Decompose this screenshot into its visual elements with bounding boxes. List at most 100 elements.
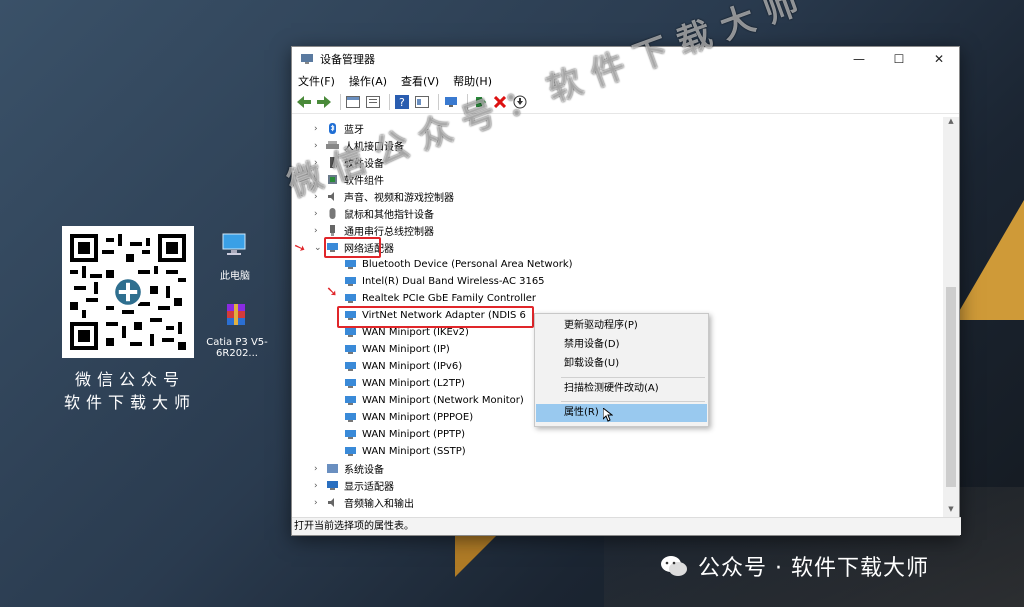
tree-item-adapter[interactable]: Realtek PCIe GbE Family Controller bbox=[344, 290, 536, 307]
network-adapter-icon bbox=[345, 396, 356, 405]
expand-arrow-icon[interactable]: › bbox=[314, 124, 326, 134]
menu-disable-device[interactable]: 禁用设备(D) bbox=[536, 336, 707, 354]
tree-category-audio-io[interactable]: › 音频输入和输出 bbox=[314, 494, 414, 511]
expand-arrow-icon[interactable]: › bbox=[314, 226, 326, 236]
expand-arrow-icon[interactable]: › bbox=[314, 498, 326, 508]
qr-caption-line1: 微信公众号 bbox=[74, 370, 185, 389]
tree-item-adapter[interactable]: WAN Miniport (IPv6) bbox=[344, 358, 462, 375]
footer-text: 公众号 · 软件下载大师 bbox=[698, 556, 929, 581]
tree-item-adapter[interactable]: WAN Miniport (SSTP) bbox=[344, 443, 466, 460]
status-bar: 打开当前选择项的属性表。 bbox=[292, 517, 961, 535]
expand-arrow-icon[interactable]: › bbox=[314, 209, 326, 219]
mouse-cursor-icon bbox=[603, 408, 613, 422]
mouse-icon bbox=[329, 208, 336, 219]
qr-code bbox=[62, 226, 194, 358]
help-button[interactable]: ? bbox=[394, 94, 410, 110]
expand-arrow-icon[interactable]: › bbox=[314, 464, 326, 474]
tree-category-display-adapters[interactable]: › 显示适配器 bbox=[314, 477, 394, 494]
menu-update-driver[interactable]: 更新驱动程序(P) bbox=[536, 317, 707, 335]
system-device-icon bbox=[327, 464, 338, 473]
menu-view[interactable]: 查看(V) bbox=[401, 73, 439, 89]
menu-file[interactable]: 文件(F) bbox=[298, 73, 335, 89]
tree-label: Realtek PCIe GbE Family Controller bbox=[362, 293, 537, 304]
view-button[interactable] bbox=[345, 94, 361, 110]
arrow-right-icon bbox=[317, 96, 331, 108]
network-adapter-icon bbox=[345, 362, 356, 371]
annotation-arrow-icon: ➘ bbox=[326, 284, 338, 300]
tree-item-adapter[interactable]: WAN Miniport (PPPOE) bbox=[344, 409, 473, 426]
window-view-icon bbox=[346, 96, 360, 108]
bluetooth-icon bbox=[329, 123, 336, 134]
svg-text:?: ? bbox=[399, 96, 405, 109]
toolbar-separator bbox=[389, 94, 390, 110]
tree-label: 通用串行总线控制器 bbox=[344, 227, 434, 238]
tree-item-adapter[interactable]: Bluetooth Device (Personal Area Network) bbox=[344, 256, 573, 273]
network-adapter-icon bbox=[345, 294, 356, 303]
qr-caption-line2: 软件下载大师 bbox=[63, 393, 196, 412]
close-button[interactable]: ✕ bbox=[919, 52, 959, 66]
network-adapter-icon bbox=[345, 277, 356, 286]
tree-label: WAN Miniport (Network Monitor) bbox=[362, 395, 524, 406]
back-button[interactable] bbox=[296, 94, 312, 110]
list-view-button[interactable] bbox=[365, 94, 381, 110]
menu-separator bbox=[561, 377, 705, 378]
network-adapter-icon bbox=[345, 379, 356, 388]
scroll-up-icon[interactable]: ▲ bbox=[943, 117, 959, 131]
audio-io-icon bbox=[328, 498, 334, 507]
network-adapter-icon bbox=[345, 447, 356, 456]
tree-item-adapter[interactable]: WAN Miniport (L2TP) bbox=[344, 375, 465, 392]
desktop-icon-catia[interactable]: Catia P3 V5-6R202... bbox=[206, 302, 268, 359]
qr-code-icon bbox=[70, 234, 186, 350]
arrow-left-icon bbox=[297, 96, 311, 108]
menu-action[interactable]: 操作(A) bbox=[349, 73, 387, 89]
highlight-network-adapters bbox=[324, 237, 381, 258]
tree-label: 鼠标和其他指针设备 bbox=[344, 210, 434, 221]
tree-label: WAN Miniport (IKEv2) bbox=[362, 327, 469, 338]
toolbar-separator bbox=[340, 94, 341, 110]
menu-separator bbox=[561, 401, 705, 402]
help-icon: ? bbox=[395, 95, 409, 109]
tree-item-adapter[interactable]: WAN Miniport (PPTP) bbox=[344, 426, 465, 443]
list-icon bbox=[366, 96, 380, 108]
highlight-selected-adapter bbox=[337, 306, 534, 328]
tree-label: WAN Miniport (PPTP) bbox=[362, 429, 466, 440]
network-adapter-icon bbox=[345, 430, 356, 439]
minimize-button[interactable]: — bbox=[839, 52, 879, 66]
tree-label: 显示适配器 bbox=[344, 482, 394, 493]
tree-item-adapter[interactable]: WAN Miniport (IP) bbox=[344, 341, 450, 358]
menu-properties[interactable]: 属性(R) bbox=[536, 404, 707, 422]
scrollbar-thumb[interactable] bbox=[946, 287, 956, 487]
footer-brand: 公众号 · 软件下载大师 bbox=[660, 550, 929, 582]
tree-item-adapter[interactable]: Intel(R) Dual Band Wireless-AC 3165 bbox=[344, 273, 545, 290]
expand-arrow-icon[interactable]: › bbox=[314, 481, 326, 491]
desktop-icon-label: Catia P3 V5-6R202... bbox=[206, 337, 268, 359]
vertical-scrollbar[interactable]: ▲ ▼ bbox=[943, 117, 959, 519]
tree-label: WAN Miniport (IPv6) bbox=[362, 361, 463, 372]
network-adapter-icon bbox=[345, 345, 356, 354]
usb-icon bbox=[330, 225, 335, 236]
winrar-icon bbox=[227, 304, 245, 325]
toolbar: ? bbox=[292, 91, 959, 114]
desktop-decor-gold bbox=[954, 200, 1024, 320]
tree-label: 系统设备 bbox=[344, 465, 384, 476]
tree-label: 音频输入和输出 bbox=[344, 499, 414, 510]
network-adapter-icon bbox=[345, 413, 356, 422]
tree-label: 声音、视频和游戏控制器 bbox=[344, 193, 454, 204]
context-menu: 更新驱动程序(P) 禁用设备(D) 卸载设备(U) 扫描检测硬件改动(A) 属性… bbox=[534, 313, 709, 427]
desktop-icon-label: 此电脑 bbox=[220, 271, 250, 282]
tree-item-adapter[interactable]: WAN Miniport (Network Monitor) bbox=[344, 392, 524, 409]
desktop-icon-this-pc[interactable]: 此电脑 bbox=[205, 232, 265, 282]
display-adapter-icon bbox=[327, 481, 338, 490]
maximize-button[interactable]: ☐ bbox=[879, 52, 919, 66]
network-adapter-icon bbox=[345, 328, 356, 337]
tree-label: WAN Miniport (L2TP) bbox=[362, 378, 465, 389]
tree-label: Bluetooth Device (Personal Area Network) bbox=[362, 259, 573, 270]
tree-category-mouse[interactable]: › 鼠标和其他指针设备 bbox=[314, 205, 434, 222]
network-adapter-icon bbox=[345, 260, 356, 269]
tree-category-system-devices[interactable]: › 系统设备 bbox=[314, 460, 384, 477]
menu-uninstall-device[interactable]: 卸载设备(U) bbox=[536, 355, 707, 373]
wechat-icon bbox=[661, 556, 687, 576]
menu-scan-hardware[interactable]: 扫描检测硬件改动(A) bbox=[536, 380, 707, 398]
forward-button[interactable] bbox=[316, 94, 332, 110]
device-manager-icon bbox=[301, 54, 313, 64]
